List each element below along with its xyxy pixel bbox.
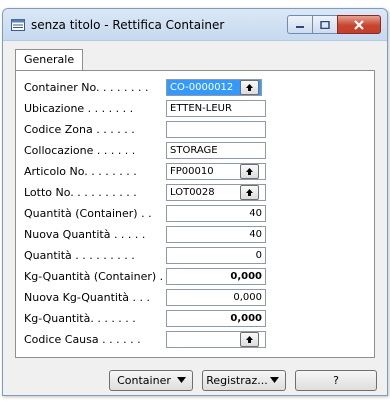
registraz-button-label: Registraz... <box>206 374 268 387</box>
quantita-container-field[interactable]: 40 <box>166 205 266 222</box>
field-row-quantita-container: Quantità (Container) . . 40 <box>24 205 364 223</box>
field-label: Nuova Quantità . . . . . <box>24 228 146 241</box>
registraz-menu-button[interactable]: Registraz... <box>202 370 286 391</box>
field-label: Nuova Kg-Quantità . . . <box>24 291 150 304</box>
field-row-lotto-no: Lotto No. . . . . . . . . . LOT0028 <box>24 184 364 202</box>
dropdown-arrow-icon <box>177 377 186 383</box>
window-title: senza titolo - Rettifica Container <box>31 18 225 32</box>
tab-generale[interactable]: Generale <box>15 49 84 71</box>
field-row-quantita: Quantità . . . . . . . . . 0 <box>24 247 364 265</box>
field-label: Codice Zona . . . . . . <box>24 123 135 136</box>
maximize-icon <box>320 20 330 29</box>
field-label: Quantità . . . . . . . . . <box>24 249 135 262</box>
collocazione-field[interactable]: STORAGE <box>166 142 266 159</box>
close-icon <box>354 19 364 30</box>
field-label: Articolo No. . . . . . . . <box>24 165 137 178</box>
dialog-window: senza titolo - Rettifica Container Gener… <box>2 8 388 396</box>
field-label: Lotto No. . . . . . . . . . <box>24 186 137 199</box>
field-row-nuova-kg-quantita: Nuova Kg-Quantità . . . 0,000 <box>24 289 364 307</box>
maximize-button[interactable] <box>312 15 338 34</box>
help-button[interactable]: ? <box>295 370 377 391</box>
field-label: Kg-Quantità (Container) . <box>24 270 164 283</box>
nuova-kg-quantita-field[interactable]: 0,000 <box>166 289 266 306</box>
field-row-articolo-no: Articolo No. . . . . . . . FP00010 <box>24 163 364 181</box>
ubicazione-field[interactable]: ETTEN-LEUR <box>166 100 266 117</box>
nuova-quantita-field[interactable]: 40 <box>166 226 266 243</box>
field-label: Collocazione . . . . . . <box>24 144 136 157</box>
assist-button[interactable] <box>240 80 259 95</box>
lookup-arrow-icon <box>246 336 253 343</box>
field-row-container-no: Container No. . . . . . . . CO-0000012 <box>24 79 364 97</box>
assist-button[interactable] <box>240 332 259 347</box>
codice-zona-field[interactable] <box>166 121 266 138</box>
kg-quantita-field[interactable]: 0,000 <box>166 310 266 327</box>
container-button-label: Container <box>117 374 171 387</box>
field-row-codice-zona: Codice Zona . . . . . . <box>24 121 364 139</box>
field-row-collocazione: Collocazione . . . . . . STORAGE <box>24 142 364 160</box>
dropdown-arrow-icon <box>270 377 279 383</box>
lookup-arrow-icon <box>246 84 253 91</box>
form-icon <box>11 19 25 31</box>
kg-quantita-container-field[interactable]: 0,000 <box>166 268 266 285</box>
field-row-kg-quantita: Kg-Quantità. . . . . . . 0,000 <box>24 310 364 328</box>
field-label: Kg-Quantità. . . . . . . <box>24 312 136 325</box>
general-panel: Container No. . . . . . . . CO-0000012 U… <box>15 70 375 358</box>
minimize-button[interactable] <box>287 15 313 34</box>
field-label: Ubicazione . . . . . . . <box>24 102 134 115</box>
close-button[interactable] <box>337 15 381 34</box>
field-label: Quantità (Container) . . <box>24 207 152 220</box>
title-bar[interactable]: senza titolo - Rettifica Container <box>3 9 387 41</box>
field-row-codice-causa: Codice Causa . . . . . . <box>24 331 364 349</box>
field-label: Container No. . . . . . . . <box>24 81 149 94</box>
field-row-kg-quantita-container: Kg-Quantità (Container) . 0,000 <box>24 268 364 286</box>
assist-button[interactable] <box>240 185 259 200</box>
assist-button[interactable] <box>240 164 259 179</box>
container-menu-button[interactable]: Container <box>109 370 193 391</box>
quantita-field[interactable]: 0 <box>166 247 266 264</box>
field-label: Codice Causa . . . . . . <box>24 333 141 346</box>
lookup-arrow-icon <box>246 168 253 175</box>
lookup-arrow-icon <box>246 189 253 196</box>
minimize-icon <box>296 25 304 28</box>
field-row-ubicazione: Ubicazione . . . . . . . ETTEN-LEUR <box>24 100 364 118</box>
field-row-nuova-quantita: Nuova Quantità . . . . . 40 <box>24 226 364 244</box>
help-button-label: ? <box>333 374 339 387</box>
